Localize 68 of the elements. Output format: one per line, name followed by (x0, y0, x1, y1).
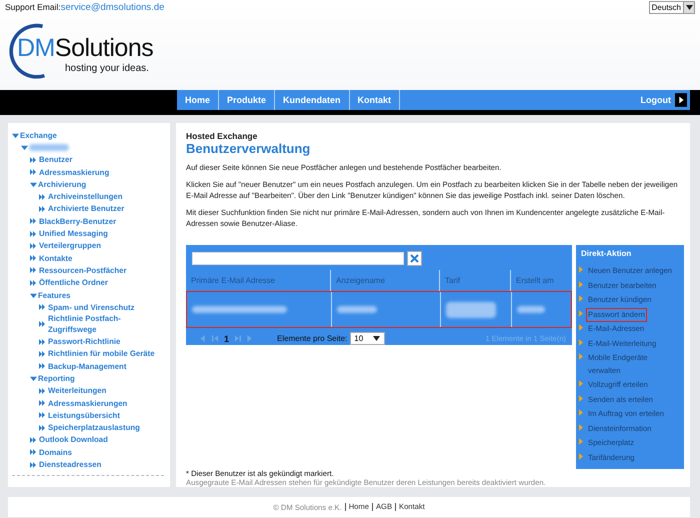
bullet-icon (30, 280, 36, 286)
bullet-icon (30, 242, 36, 249)
bullet-icon (30, 436, 36, 443)
column-header[interactable]: Anzeigename (330, 270, 439, 291)
bullet-icon (30, 218, 36, 224)
bullet-icon (30, 449, 36, 456)
expand-arrow-icon[interactable] (12, 132, 19, 139)
bullet-icon (39, 206, 45, 212)
page-size-select[interactable]: 10 (350, 332, 386, 345)
arrow-icon (579, 394, 583, 402)
arrow-icon (579, 324, 583, 331)
column-header[interactable]: Tarif (439, 270, 510, 291)
bullet-icon (39, 424, 45, 431)
bullet-icon (30, 169, 36, 176)
nav-link[interactable]: Kontakt (350, 90, 400, 110)
blurred-text (29, 144, 69, 151)
expand-arrow-icon[interactable] (30, 374, 37, 382)
expand-arrow-icon[interactable] (21, 144, 28, 151)
arrow-icon (579, 409, 583, 416)
logout-link[interactable]: Logout (640, 95, 671, 105)
blurred-text (337, 306, 377, 313)
search-field[interactable] (192, 252, 404, 265)
bullet-icon (39, 412, 45, 418)
expand-arrow-icon[interactable] (30, 180, 37, 188)
arrow-icon (579, 295, 583, 302)
bullet-icon (39, 304, 45, 310)
column-header[interactable]: Primäre E-Mail Adresse (186, 270, 330, 291)
arrow-icon (579, 338, 583, 346)
arrow-icon (579, 280, 583, 288)
arrow-icon (579, 380, 583, 387)
support-email-link[interactable]: service@dmsolutions.de (60, 2, 164, 12)
page-number[interactable]: 1 (224, 334, 230, 344)
arrow-icon (579, 452, 583, 460)
bullet-icon (30, 230, 36, 237)
dropdown-arrow-icon (686, 4, 692, 10)
dropdown-arrow-icon[interactable] (373, 336, 380, 341)
page-size-label: Elemente pro Seite: (277, 334, 348, 343)
logo[interactable]: DMSolutions hosting your ideas. (6, 22, 176, 80)
nav-link[interactable]: Kundendaten (275, 90, 350, 110)
blurred-text (446, 302, 496, 318)
blurred-text (517, 306, 545, 313)
bullet-icon (30, 462, 36, 468)
bullet-icon (30, 255, 36, 262)
arrow-icon (579, 438, 583, 445)
language-select[interactable]: Deutsch (648, 0, 695, 14)
action-panel-title: Direkt-Aktion (580, 249, 632, 260)
bullet-icon (39, 388, 45, 394)
arrow-icon (579, 266, 583, 273)
nav-link[interactable]: Produkte (219, 90, 276, 110)
bullet-icon (30, 156, 36, 163)
expand-arrow-icon[interactable] (30, 292, 37, 298)
arrow-icon (579, 353, 583, 360)
clear-button[interactable] (407, 251, 422, 266)
nav-link[interactable]: Home (177, 90, 220, 110)
page-title: Benutzerverwaltung (186, 141, 312, 156)
bullet-icon (39, 363, 45, 370)
bullet-icon (39, 321, 45, 328)
bullet-icon (39, 194, 45, 200)
arrow-icon (579, 310, 583, 316)
bullet-icon (39, 338, 45, 345)
bullet-icon (39, 350, 45, 357)
arrow-icon (579, 424, 583, 430)
bullet-icon (39, 400, 45, 406)
section-label: Hosted Exchange (186, 131, 258, 141)
table-row[interactable] (186, 291, 572, 328)
bullet-icon (30, 267, 36, 274)
support-label: Support Email: (5, 2, 61, 12)
column-header[interactable]: Erstellt am (510, 270, 572, 291)
